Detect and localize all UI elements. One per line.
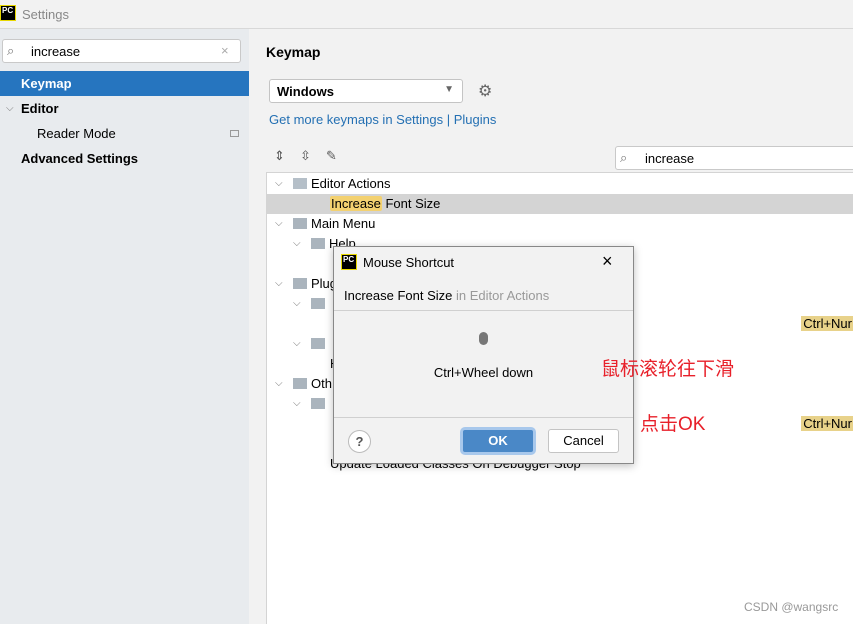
chevron-down-icon: ⌵: [275, 218, 283, 229]
sidebar-item-label: Reader Mode: [37, 126, 116, 141]
folder-icon: [311, 398, 325, 409]
watermark: CSDN @wangsrc: [744, 600, 839, 614]
clear-icon[interactable]: ×: [221, 43, 229, 58]
search-value: increase: [31, 44, 81, 59]
sidebar-item-label: Editor: [21, 101, 59, 116]
project-settings-icon: [230, 130, 239, 137]
title-bar: PC Settings: [0, 0, 853, 29]
sidebar-item-editor[interactable]: ⌵ Editor: [0, 96, 249, 121]
folder-icon: [311, 298, 325, 309]
shortcut-badge: Ctrl+Nur: [801, 416, 853, 431]
mouse-icon: [479, 332, 488, 345]
chevron-down-icon: ⌵: [275, 378, 283, 389]
search-icon: ⌕: [7, 43, 15, 58]
settings-search-input[interactable]: ⌕ increase ×: [2, 39, 241, 63]
collapse-all-icon[interactable]: ⇳: [300, 148, 311, 164]
tree-label: Editor Actions: [311, 176, 391, 191]
chevron-down-icon: ⌵: [275, 178, 283, 189]
chevron-down-icon: ⌵: [6, 103, 14, 114]
sidebar-item-advanced-settings[interactable]: Advanced Settings: [0, 146, 249, 171]
page-title: Keymap: [266, 44, 321, 60]
expand-all-icon[interactable]: ⇕: [274, 148, 285, 164]
search-icon: ⌕: [620, 150, 628, 165]
folder-icon: [311, 238, 325, 249]
folder-icon: [311, 338, 325, 349]
edit-icon[interactable]: ✎: [326, 148, 337, 164]
cancel-button[interactable]: Cancel: [548, 429, 619, 453]
get-more-keymaps-link[interactable]: Get more keymaps in Settings | Plugins: [269, 112, 496, 127]
chevron-down-icon: ▼: [444, 84, 454, 95]
keymap-filter-input[interactable]: ⌕ increase: [615, 146, 853, 170]
pycharm-logo: PC: [0, 5, 16, 21]
action-context: in Editor Actions: [452, 288, 550, 303]
annotation-click-ok: 点击OK: [640, 414, 706, 435]
chevron-down-icon: ⌵: [293, 398, 301, 409]
help-button[interactable]: ?: [348, 430, 371, 453]
sidebar-item-reader-mode[interactable]: Reader Mode: [0, 121, 249, 146]
menu-icon: [293, 218, 307, 229]
tree-row-editor-actions[interactable]: ⌵ Editor Actions: [267, 174, 853, 194]
tree-label: Font Size: [381, 196, 441, 211]
tree-row-increase-font-size[interactable]: Increase Font Size: [267, 194, 853, 214]
action-name: Increase Font Size: [344, 288, 453, 303]
sidebar-item-keymap[interactable]: Keymap: [0, 71, 249, 96]
dialog-title: Mouse Shortcut: [363, 255, 455, 270]
chevron-down-icon: ⌵: [293, 298, 301, 309]
chevron-down-icon: ⌵: [293, 238, 301, 249]
search-highlight: Increase: [330, 196, 382, 211]
tree-label: Oth: [311, 376, 332, 391]
editor-actions-icon: [293, 178, 307, 189]
tree-label: Main Menu: [311, 216, 376, 231]
shortcut-text: Ctrl+Wheel down: [433, 365, 534, 380]
gear-icon[interactable]: ⚙: [478, 81, 492, 101]
keymap-select[interactable]: Windows ▼: [269, 79, 463, 103]
keymap-value: Windows: [277, 84, 334, 99]
chevron-down-icon: ⌵: [275, 278, 283, 289]
window-title: Settings: [22, 7, 69, 22]
dialog-action-label: Increase Font Size in Editor Actions: [344, 288, 549, 303]
annotation-scroll: 鼠标滚轮往下滑: [601, 359, 735, 380]
other-icon: [293, 378, 307, 389]
mouse-shortcut-dialog: PC Mouse Shortcut × Increase Font Size i…: [333, 246, 634, 464]
folder-icon: [293, 278, 307, 289]
shortcut-badge: Ctrl+Nur: [801, 316, 853, 331]
close-icon[interactable]: ×: [602, 251, 613, 272]
tree-row-main-menu[interactable]: ⌵ Main Menu: [267, 214, 853, 234]
pycharm-logo: PC: [341, 254, 357, 270]
filter-value: increase: [645, 151, 695, 166]
ok-button[interactable]: OK: [462, 429, 534, 453]
chevron-down-icon: ⌵: [293, 338, 301, 349]
